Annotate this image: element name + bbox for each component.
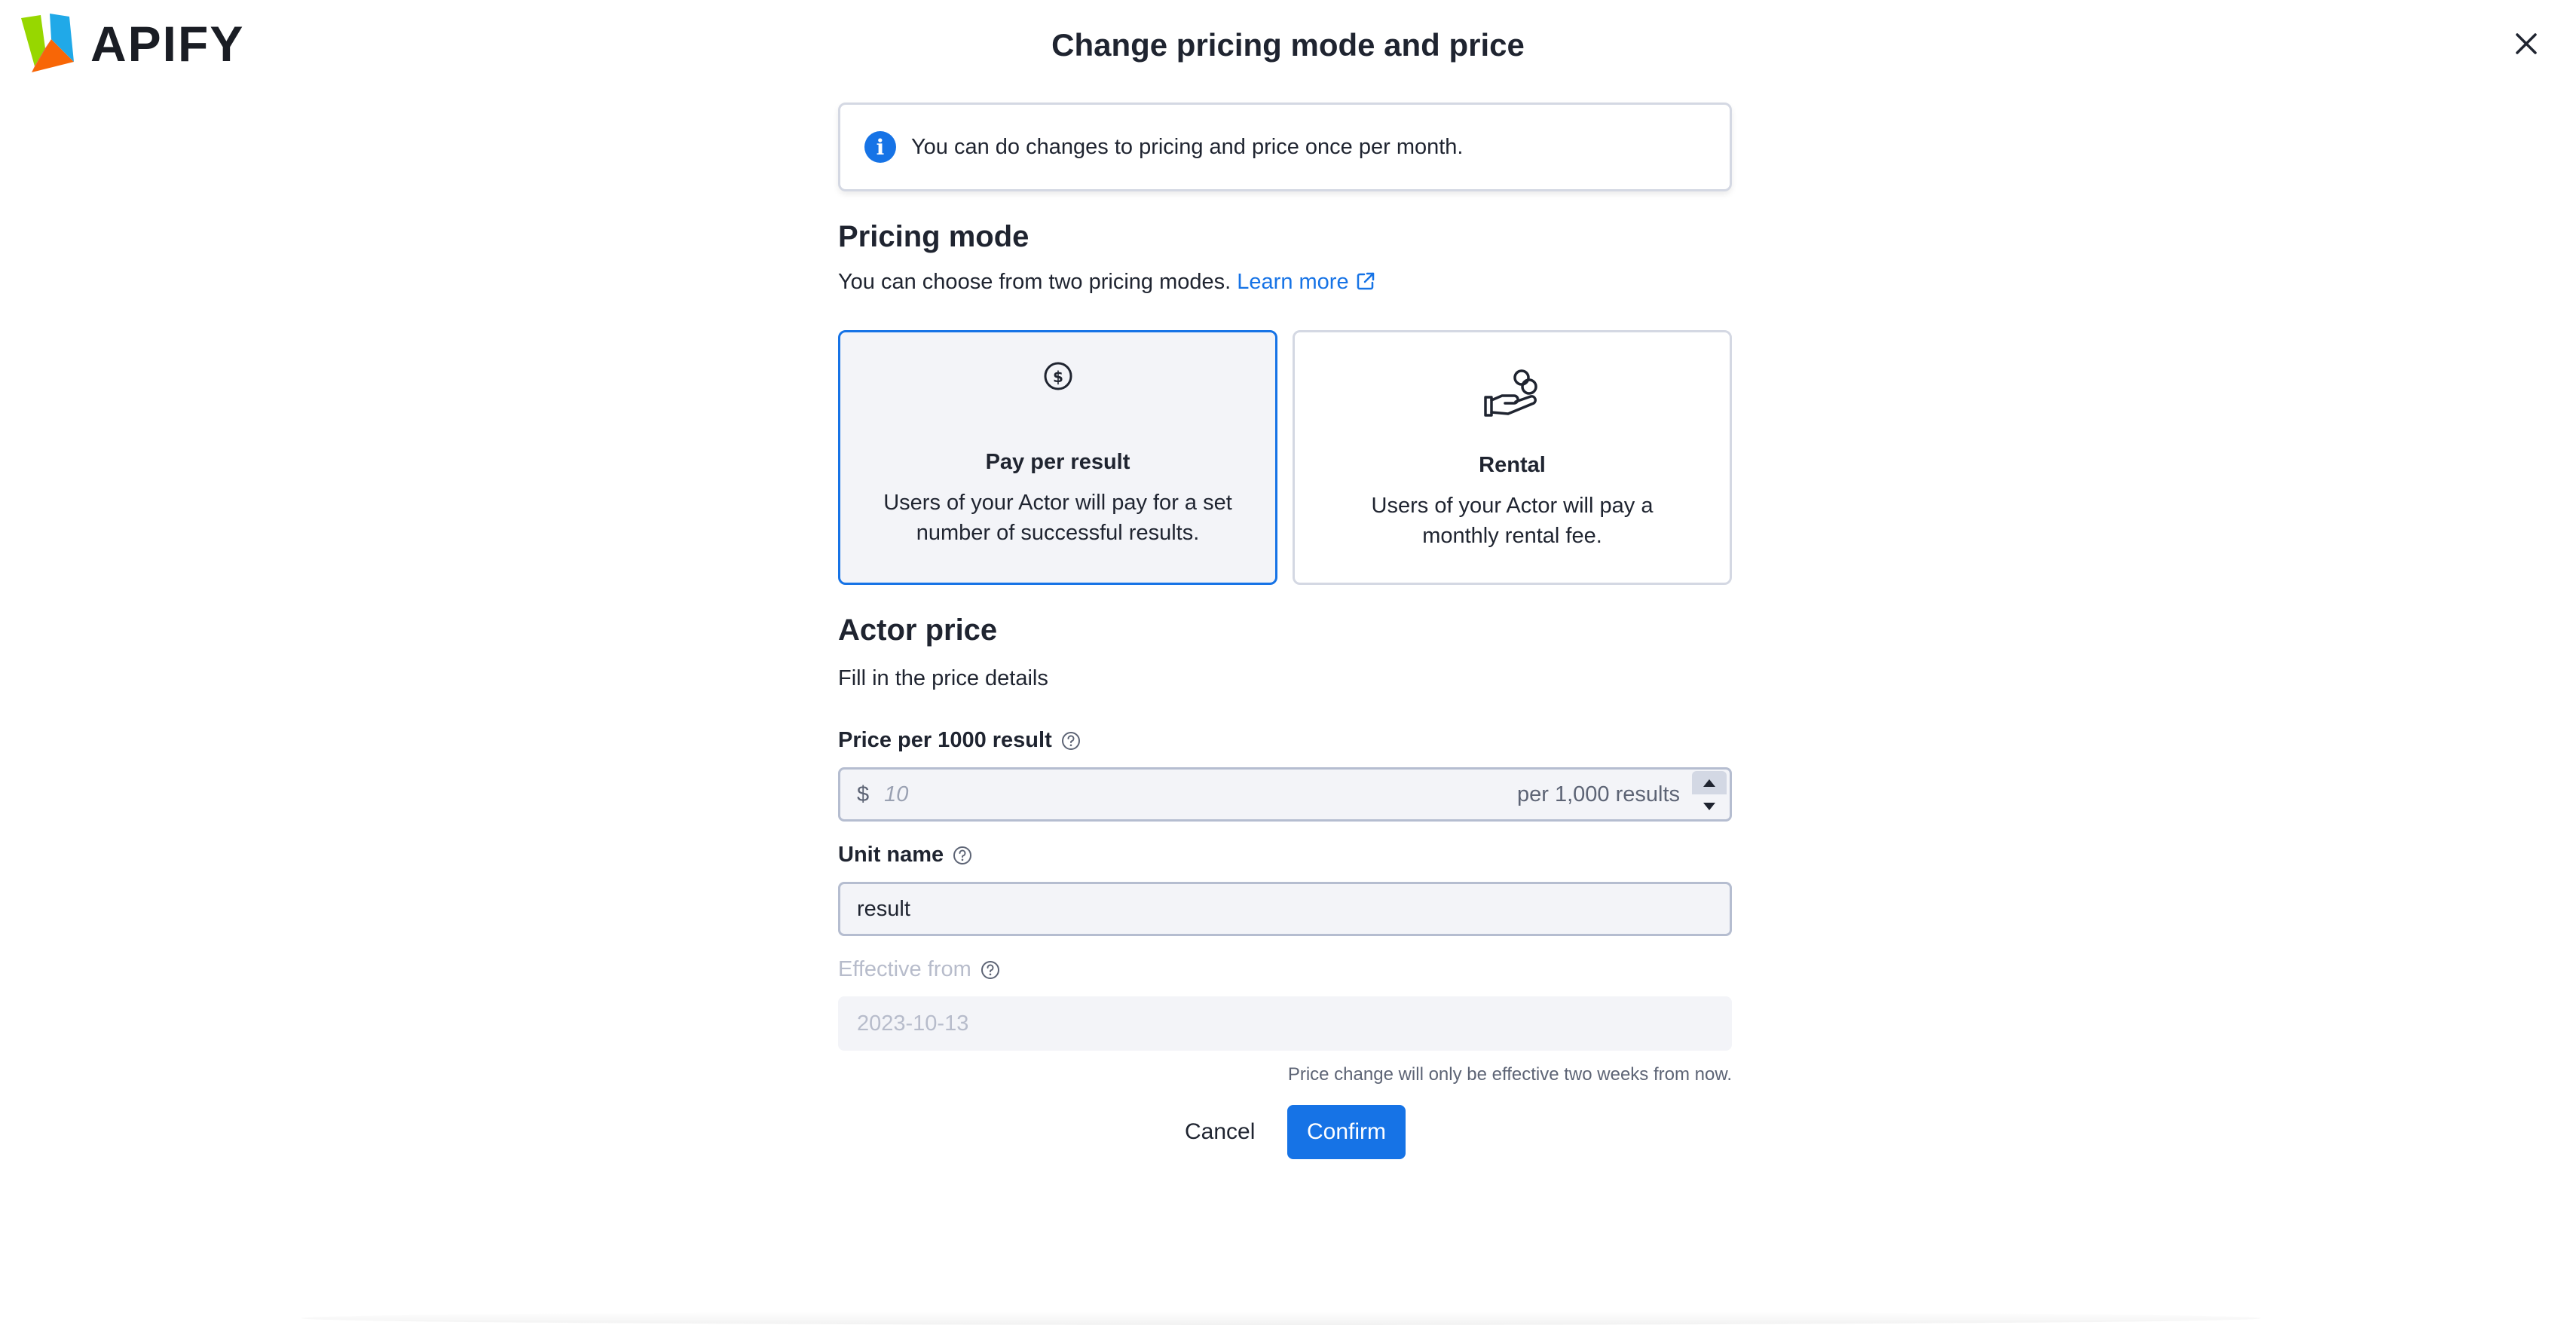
cancel-button[interactable]: Cancel bbox=[1167, 1105, 1273, 1159]
info-icon: i bbox=[864, 131, 896, 163]
pricing-mode-subtitle: You can choose from two pricing modes. L… bbox=[838, 270, 1376, 295]
caret-up-icon bbox=[1703, 779, 1715, 787]
effective-from-note: Price change will only be effective two … bbox=[1287, 1064, 1732, 1085]
pricing-mode-options: $ Pay per result Users of your Actor wil… bbox=[838, 330, 1732, 585]
price-label: Price per 1000 result bbox=[838, 728, 1081, 753]
pricing-option-title: Pay per result bbox=[985, 450, 1130, 474]
info-text: You can do changes to pricing and price … bbox=[911, 134, 1464, 159]
close-button[interactable] bbox=[2508, 26, 2544, 62]
pricing-option-pay-per-result[interactable]: $ Pay per result Users of your Actor wil… bbox=[838, 330, 1277, 585]
info-banner: i You can do changes to pricing and pric… bbox=[838, 103, 1732, 191]
pricing-option-description: Users of your Actor will pay for a set n… bbox=[883, 491, 1232, 545]
price-label-text: Price per 1000 result bbox=[838, 728, 1052, 752]
dialog-title: Change pricing mode and price bbox=[1051, 27, 1525, 63]
caret-down-icon bbox=[1703, 802, 1715, 810]
pricing-mode-title: Pricing mode bbox=[838, 220, 1029, 253]
dialog-content: i You can do changes to pricing and pric… bbox=[838, 103, 1732, 1159]
pricing-option-title: Rental bbox=[1479, 453, 1546, 477]
pricing-mode-subtitle-text: You can choose from two pricing modes. bbox=[838, 270, 1231, 294]
currency-symbol: $ bbox=[857, 782, 870, 806]
confirm-button[interactable]: Confirm bbox=[1287, 1105, 1406, 1159]
learn-more-link[interactable]: Learn more bbox=[1237, 270, 1375, 294]
help-icon[interactable] bbox=[953, 846, 972, 865]
pricing-option-rental[interactable]: Rental Users of your Actor will pay a mo… bbox=[1293, 330, 1732, 585]
learn-more-label: Learn more bbox=[1237, 270, 1349, 294]
svg-text:$: $ bbox=[1053, 368, 1063, 386]
actor-price-subtitle: Fill in the price details bbox=[838, 666, 1048, 690]
effective-from-label-text: Effective from bbox=[838, 957, 971, 981]
dialog-actions: Cancel Confirm bbox=[838, 1105, 1732, 1159]
dollar-coin-icon: $ bbox=[840, 360, 1275, 393]
unit-name-label: Unit name bbox=[838, 843, 972, 868]
actor-price-title: Actor price bbox=[838, 614, 998, 647]
close-icon bbox=[2516, 33, 2537, 54]
price-input[interactable]: 10 bbox=[884, 782, 1517, 807]
stepper-up-button[interactable] bbox=[1692, 771, 1727, 794]
stepper-down-button[interactable] bbox=[1692, 794, 1727, 818]
help-icon[interactable] bbox=[1061, 731, 1081, 751]
unit-name-label-text: Unit name bbox=[838, 843, 944, 867]
price-suffix: per 1,000 results bbox=[1516, 782, 1680, 806]
page: APIFY Change pricing mode and price i Yo… bbox=[0, 0, 2576, 1325]
unit-name-input[interactable]: result bbox=[838, 882, 1732, 936]
effective-from-input: 2023-10-13 bbox=[838, 996, 1732, 1051]
bottom-shadow bbox=[301, 1311, 2261, 1325]
effective-from-label: Effective from bbox=[838, 957, 1000, 982]
pricing-option-description: Users of your Actor will pay a monthly r… bbox=[1371, 494, 1654, 548]
help-icon[interactable] bbox=[981, 960, 1000, 980]
price-stepper bbox=[1692, 771, 1727, 818]
price-input-field: $ 10 per 1,000 results bbox=[838, 767, 1732, 822]
external-link-icon bbox=[1357, 272, 1374, 290]
hand-coins-icon bbox=[1295, 367, 1730, 420]
